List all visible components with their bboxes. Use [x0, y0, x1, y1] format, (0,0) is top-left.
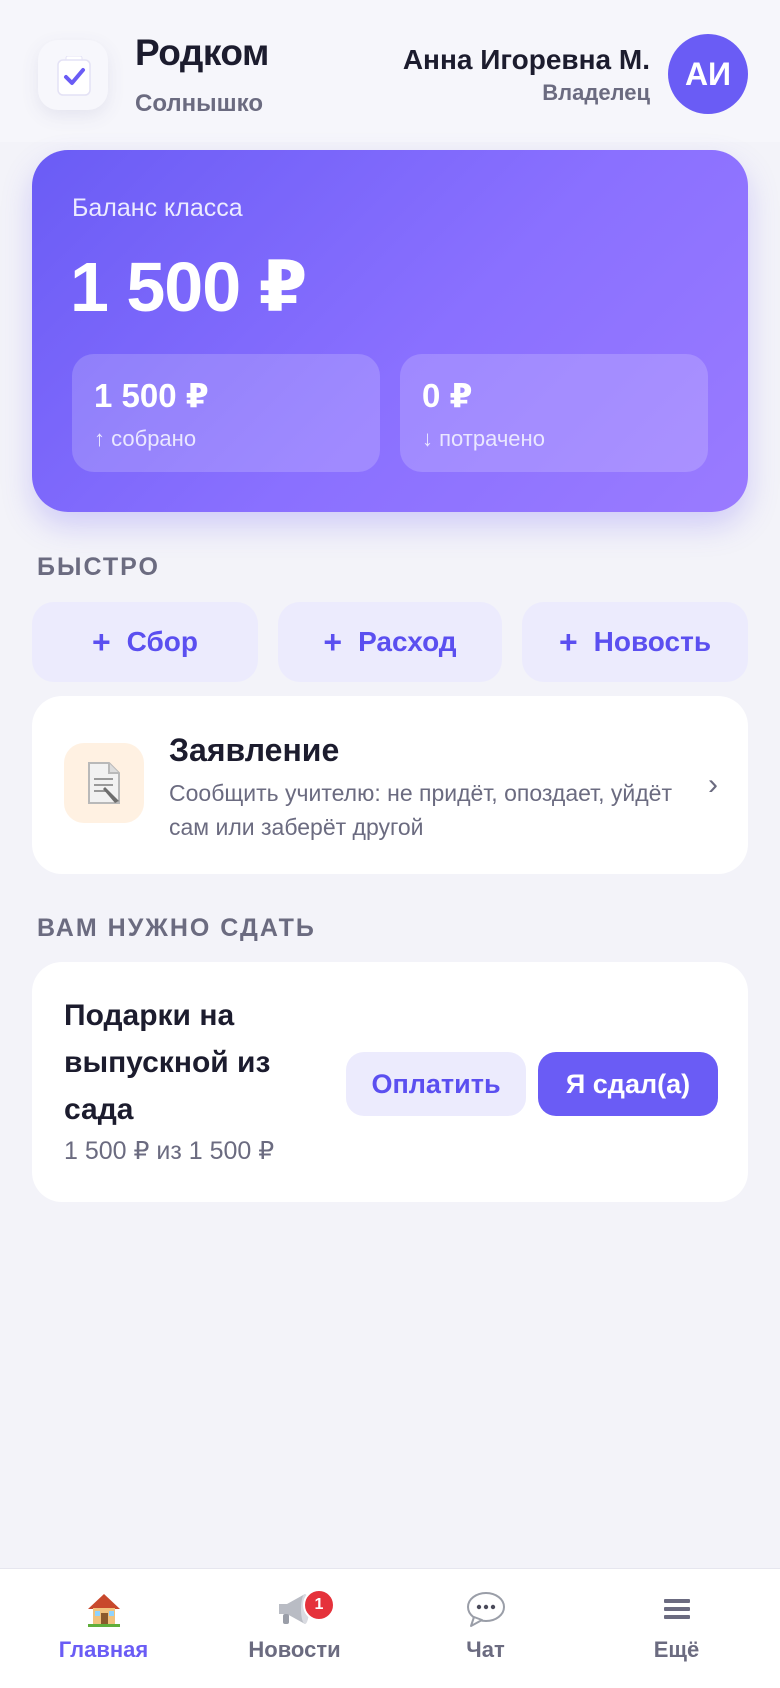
due-amount: 1 500 ₽ из 1 500 ₽ [64, 1137, 275, 1165]
menu-icon [657, 1589, 697, 1629]
quick-section-title: БЫСТРО [37, 553, 160, 581]
add-expense-button[interactable]: + Расход [278, 602, 502, 682]
collected-value: 1 500 ₽ [94, 377, 209, 414]
add-news-button[interactable]: + Новость [522, 602, 748, 682]
tab-more-label: Ещё [653, 1637, 700, 1662]
group-name[interactable]: Солнышко [135, 90, 263, 118]
balance-card[interactable]: Баланс класса 1 500 ₽ 1 500 ₽ ↑ собрано … [32, 150, 748, 512]
balance-value: 1 500 ₽ [70, 248, 307, 326]
plus-icon: + [558, 623, 578, 660]
statement-title: Заявление [169, 732, 340, 768]
chevron-right-icon: › [708, 768, 718, 801]
spent-stat: 0 ₽ ↓ потрачено [400, 354, 708, 472]
statement-description: Сообщить учителю: не придёт, опоздает, у… [169, 780, 673, 840]
app-title: Родком [135, 32, 269, 73]
plus-icon: + [91, 623, 111, 660]
tab-chat[interactable]: Чат [388, 1569, 583, 1688]
add-collection-button[interactable]: + Сбор [32, 602, 258, 682]
tab-chat-label: Чат [466, 1637, 505, 1662]
due-item-title: Подарки на выпускной из сада [64, 999, 271, 1126]
document-icon [64, 743, 144, 823]
spent-value: 0 ₽ [422, 377, 473, 414]
add-news-label: Новость [593, 626, 712, 657]
spent-label: ↓ потрачено [422, 426, 545, 451]
bottom-tab-bar: Главная 1 Новости Чат Ещё [0, 1568, 780, 1688]
balance-label: Баланс класса [72, 194, 243, 222]
add-collection-label: Сбор [126, 626, 199, 657]
user-role: Владелец [542, 80, 650, 105]
avatar[interactable]: АИ [668, 34, 748, 114]
clipboard-check-icon [57, 56, 91, 96]
due-section-title: ВАМ НУЖНО СДАТЬ [37, 914, 316, 942]
tab-home-label: Главная [58, 1637, 149, 1662]
collected-stat: 1 500 ₽ ↑ собрано [72, 354, 380, 472]
app-logo[interactable] [38, 40, 108, 110]
speech-bubble-icon [466, 1589, 506, 1629]
house-icon [84, 1589, 124, 1629]
tab-home[interactable]: Главная [6, 1569, 201, 1688]
tab-news-label: Новости [248, 1637, 341, 1662]
plus-icon: + [323, 623, 343, 660]
mark-paid-button[interactable]: Я сдал(а) [538, 1052, 718, 1116]
due-card: Подарки на выпускной из сада 1 500 ₽ из … [32, 962, 748, 1202]
tab-news[interactable]: 1 Новости [197, 1569, 392, 1688]
pay-button[interactable]: Оплатить [346, 1052, 526, 1116]
tab-more[interactable]: Ещё [579, 1569, 774, 1688]
news-unread-badge: 1 [303, 1589, 335, 1621]
collected-label: ↑ собрано [94, 426, 197, 451]
statement-card[interactable]: Заявление Сообщить учителю: не придёт, о… [32, 696, 748, 874]
add-expense-label: Расход [358, 626, 457, 657]
user-name: Анна Игоревна М. [402, 44, 650, 75]
app-header: Родком Солнышко Анна Игоревна М. Владеле… [0, 0, 780, 142]
